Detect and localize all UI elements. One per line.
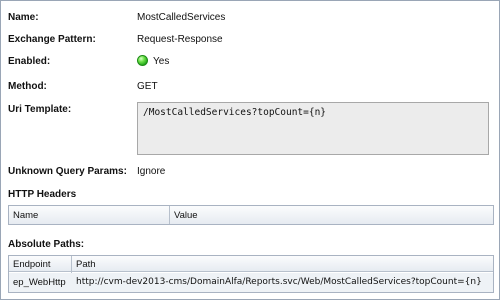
enabled-label: Enabled:: [8, 56, 51, 67]
name-value: MostCalledServices: [137, 12, 226, 23]
absolute-paths-title: Absolute Paths:: [8, 239, 85, 250]
name-label: Name:: [8, 12, 39, 23]
column-header-path[interactable]: Path: [76, 259, 96, 270]
http-headers-title: HTTP Headers: [8, 189, 77, 200]
method-value: GET: [137, 81, 158, 92]
endpoint-cell: ep_WebHttp: [13, 277, 66, 288]
exchange-pattern-label: Exchange Pattern:: [8, 34, 96, 45]
column-divider: [169, 206, 170, 224]
uri-template-field[interactable]: /MostCalledServices?topCount={n}: [137, 102, 489, 155]
absolute-paths-grid[interactable]: Endpoint Path ep_WebHttp http://cvm-dev2…: [8, 255, 494, 293]
column-header-value[interactable]: Value: [174, 210, 198, 221]
unknown-query-params-value: Ignore: [137, 166, 166, 177]
enabled-value: Yes: [153, 56, 170, 67]
column-header-endpoint[interactable]: Endpoint: [13, 259, 51, 270]
green-status-dot-icon: [137, 55, 148, 66]
exchange-pattern-value: Request-Response: [137, 34, 223, 45]
service-properties-panel: Name: MostCalledServices Exchange Patter…: [0, 0, 500, 300]
http-headers-grid[interactable]: Name Value: [8, 205, 494, 225]
http-headers-grid-header: [9, 206, 493, 224]
path-cell: http://cvm-dev2013-cms/DomainAlfa/Report…: [76, 277, 482, 287]
column-header-name[interactable]: Name: [13, 210, 38, 221]
uri-template-label: Uri Template:: [8, 104, 72, 115]
method-label: Method:: [8, 81, 47, 92]
unknown-query-params-label: Unknown Query Params:: [8, 166, 127, 177]
